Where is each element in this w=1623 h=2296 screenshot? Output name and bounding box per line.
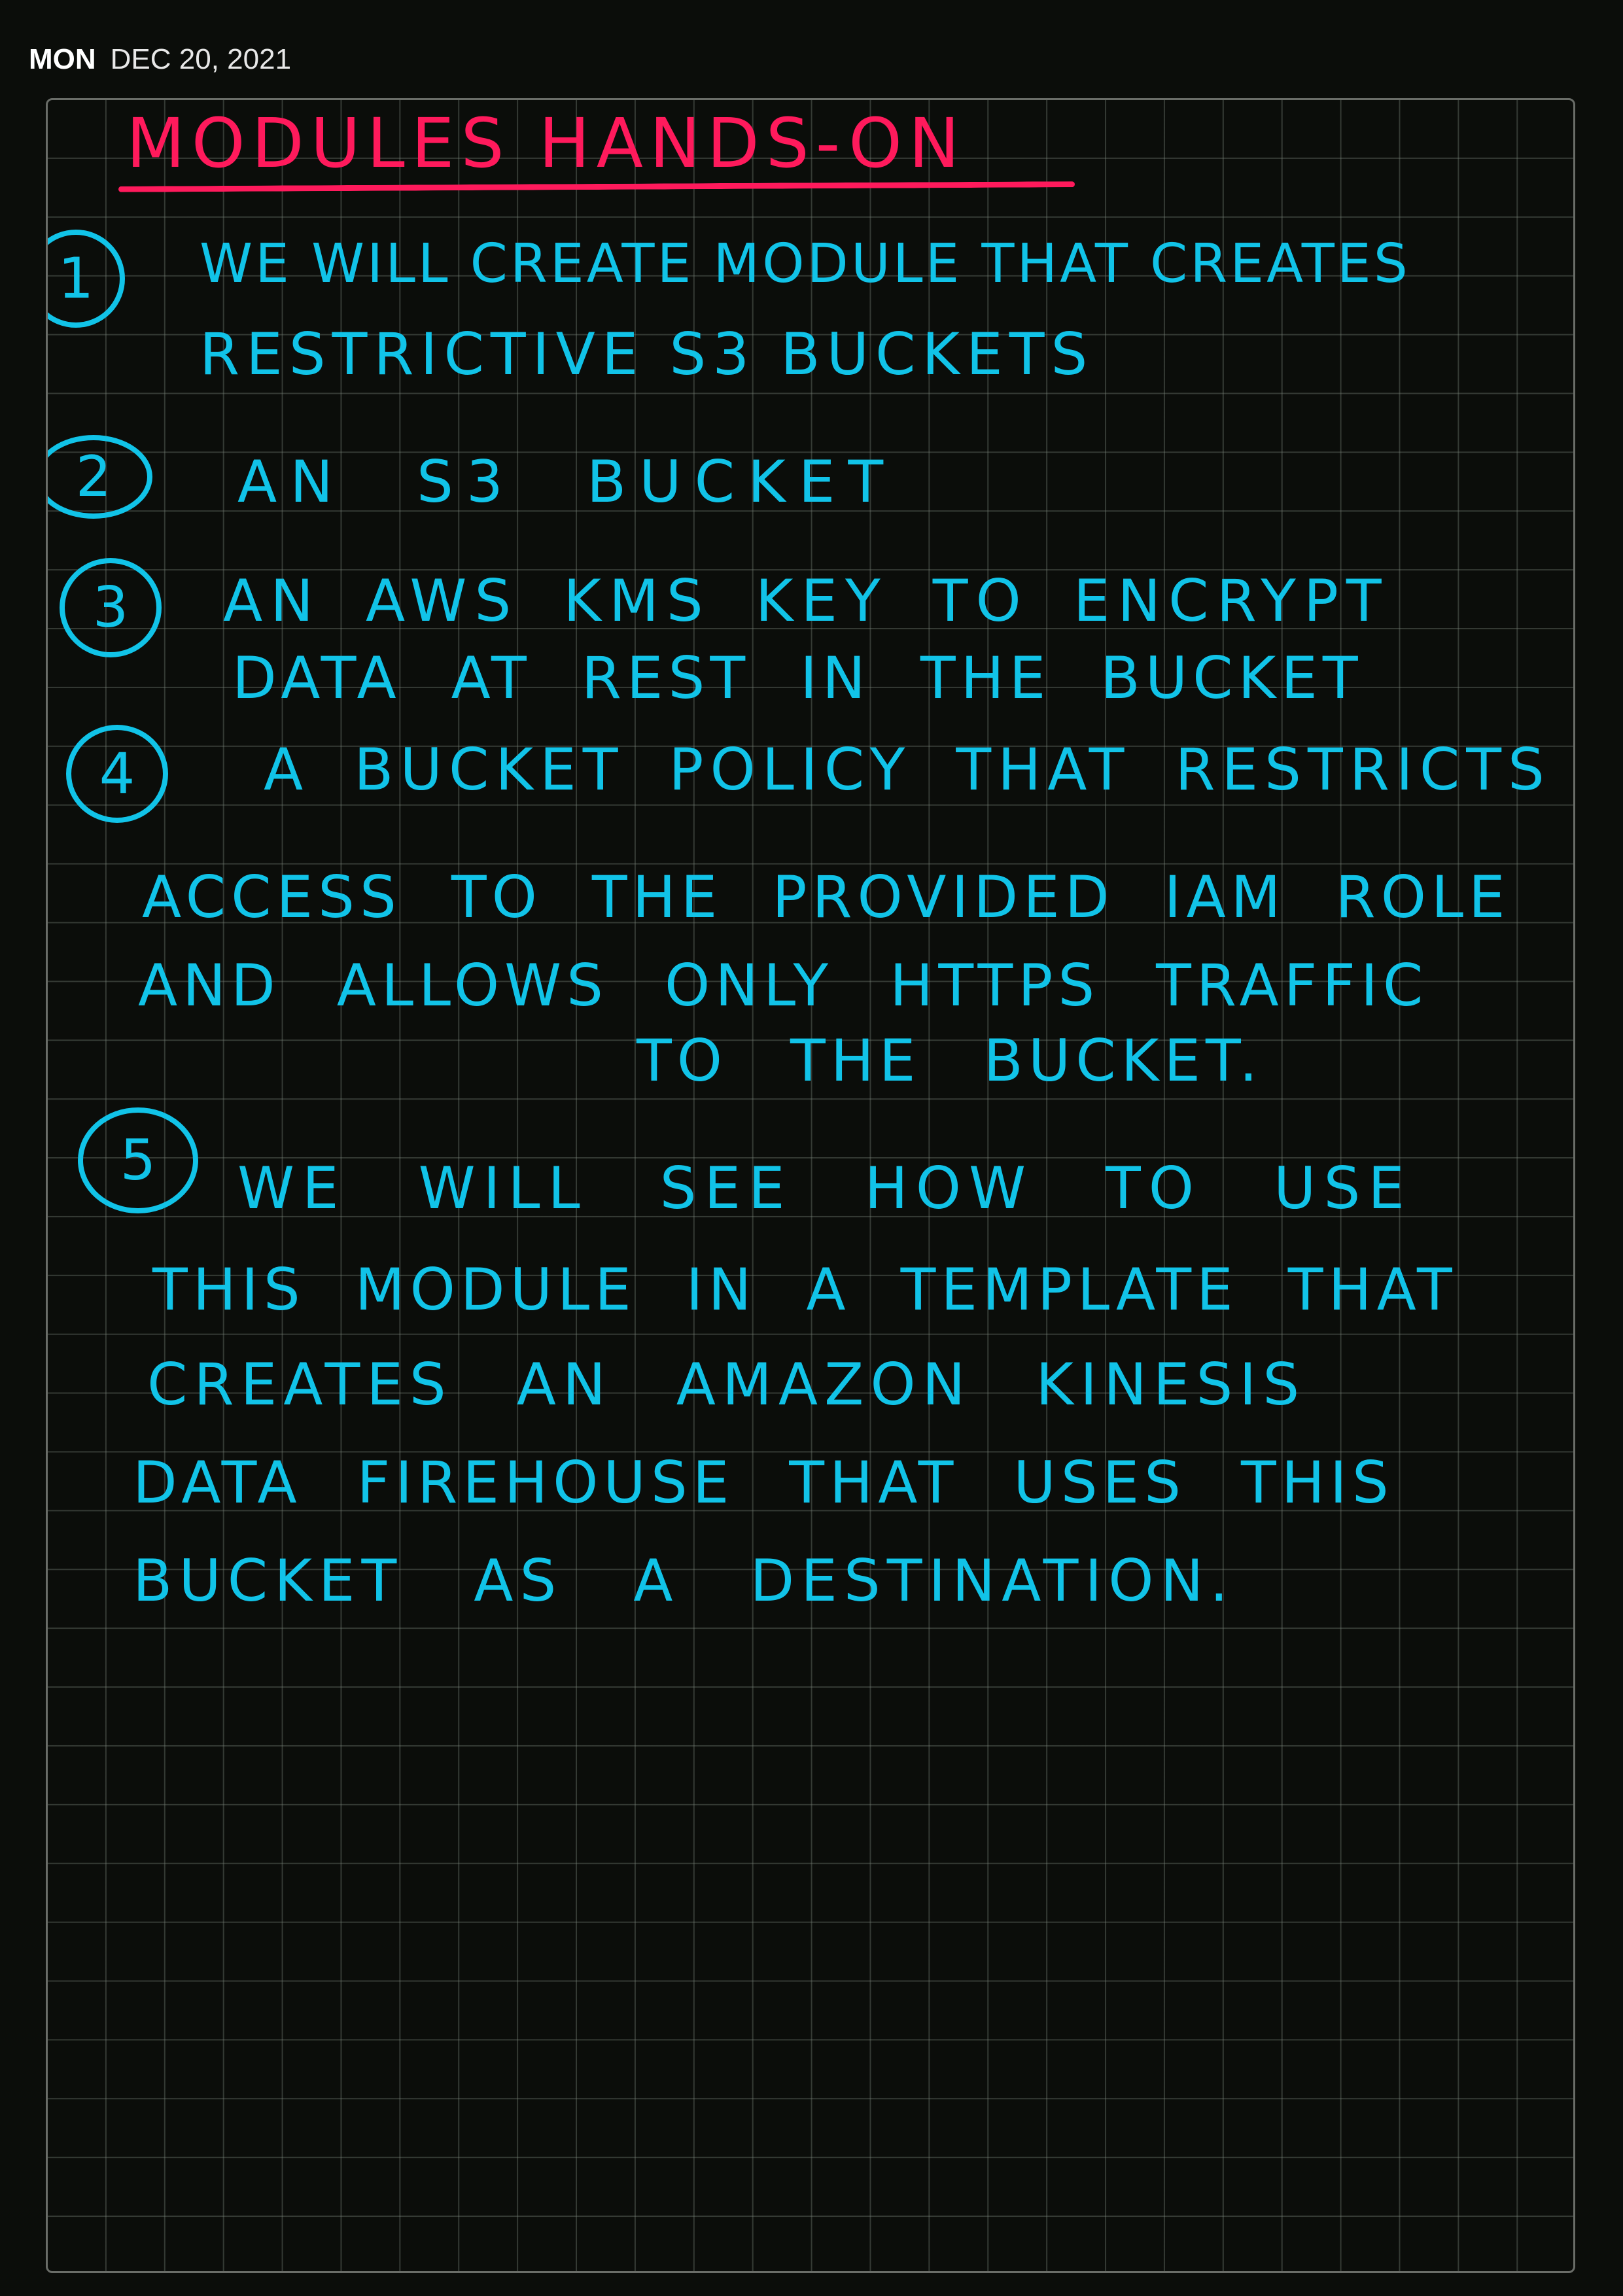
- weekday-label: MON: [29, 43, 96, 75]
- item-5-line-2: THIS MODULE IN A TEMPLATE THAT: [152, 1256, 1457, 1323]
- item-5-line-5: BUCKET AS A DESTINATION.: [133, 1547, 1235, 1614]
- item-5-line-3: CREATES AN AMAZON KINESIS: [147, 1351, 1306, 1418]
- item-4-line-2: ACCESS TO THE PROVIDED IAM ROLE: [142, 863, 1510, 931]
- date-label: DEC 20, 2021: [110, 43, 292, 75]
- item-4-line-1: A BUCKET POLICY THAT RESTRICTS: [264, 736, 1551, 803]
- item-3-line-2: DATA AT REST IN THE BUCKET: [232, 644, 1363, 712]
- item-number-3: 3: [60, 558, 162, 657]
- item-4-line-4: TO THE BUCKET.: [637, 1027, 1263, 1094]
- note-title: MODULES HANDS-ON: [126, 103, 966, 183]
- item-5-line-4: DATA FIREHOUSE THAT USES THIS: [133, 1449, 1394, 1516]
- item-number-5: 5: [78, 1107, 198, 1213]
- date-header: MON DEC 20, 2021: [29, 43, 291, 82]
- item-number-4: 4: [66, 725, 168, 823]
- item-5-line-1: WE WILL SEE HOW TO USE: [237, 1155, 1412, 1222]
- item-2-line-1: AN S3 BUCKET: [237, 448, 897, 515]
- item-1-line-1: WE WILL CREATE MODULE THAT CREATES: [200, 233, 1410, 295]
- item-3-line-1: AN AWS KMS KEY TO ENCRYPT: [223, 567, 1389, 635]
- item-number-2: 2: [48, 435, 152, 519]
- grid-note-page: MODULES HANDS-ON 1 WE WILL CREATE MODULE…: [46, 98, 1575, 2273]
- item-4-line-3: AND ALLOWS ONLY HTTPS TRAFFIC: [138, 952, 1429, 1019]
- item-number-1: 1: [48, 230, 125, 328]
- item-1-line-2: RESTRICTIVE S3 BUCKETS: [200, 321, 1094, 388]
